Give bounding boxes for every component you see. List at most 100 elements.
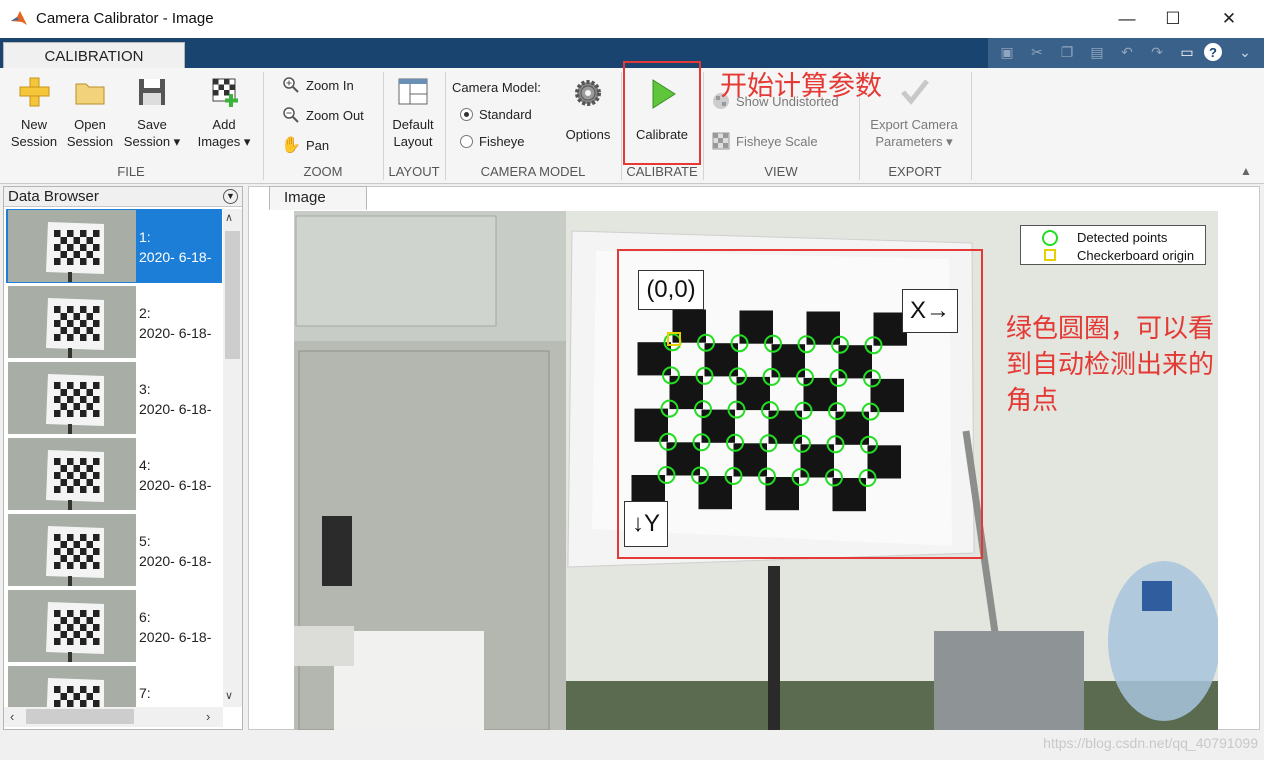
image-date: 2020- 6-18- — [139, 401, 212, 417]
gear-icon — [575, 80, 601, 106]
detection-annotation: 绿色圆圈，可以看 到自动检测出来的 角点 — [1006, 311, 1214, 419]
list-item[interactable]: 2: 2020- 6-18- — [6, 285, 222, 359]
checkmark-icon — [901, 79, 929, 105]
list-item[interactable]: 5: 2020- 6-18- — [6, 513, 222, 587]
maximize-button[interactable]: ☐ — [1150, 0, 1196, 38]
image-thumbnail — [8, 590, 136, 662]
image-index: 2: — [139, 305, 151, 321]
save-session-label-2: Session ▾ — [123, 134, 181, 149]
image-date: 2020- 6-18- — [139, 477, 212, 493]
floppy-icon — [139, 79, 165, 105]
collapse-ribbon-icon[interactable]: ▲ — [1240, 164, 1252, 178]
list-item[interactable]: 7: — [6, 665, 222, 707]
image-thumbnail — [8, 666, 136, 707]
legend-origin: Checkerboard origin — [1077, 248, 1195, 263]
zoom-out-button[interactable]: Zoom Out — [282, 106, 364, 124]
calibration-image[interactable]: (0,0) X→ ↓Y Detected points Checkerboard… — [294, 211, 1218, 730]
legend-circle-icon — [1042, 230, 1058, 246]
export-label-1: Export Camera — [870, 117, 958, 132]
expand-icon[interactable]: ⌄ — [1234, 41, 1256, 63]
image-thumbnail — [8, 210, 136, 282]
pan-label: Pan — [306, 137, 330, 153]
tab-calibration[interactable]: CALIBRATION — [3, 42, 185, 69]
zoom-out-label: Zoom Out — [306, 107, 364, 123]
board-highlight-box — [617, 249, 983, 559]
new-session-label-2: Session — [10, 134, 58, 149]
window-title: Camera Calibrator - Image — [36, 10, 214, 27]
image-date: 2020- 6-18- — [139, 325, 212, 341]
status-bar: https://blog.csdn.net/qq_40791099 — [0, 735, 1264, 760]
hscroll-thumb[interactable] — [26, 709, 134, 724]
save-session-button[interactable]: Save Session ▾ — [120, 76, 184, 150]
legend: Detected points Checkerboard origin — [1020, 225, 1206, 265]
list-item[interactable]: 3: 2020- 6-18- — [6, 361, 222, 435]
plus-icon — [19, 77, 50, 107]
export-label-2: Parameters ▾ — [875, 134, 953, 149]
scroll-left-icon[interactable]: ‹ — [10, 709, 14, 724]
vertical-scrollbar[interactable]: ∧ ∨ — [223, 209, 242, 707]
fisheye-scale-icon — [712, 132, 730, 150]
list-item[interactable]: 1: 2020- 6-18- — [6, 209, 222, 283]
section-label-camera-model: CAMERA MODEL — [480, 164, 586, 179]
image-index: 5: — [139, 533, 151, 549]
image-panel: Image (0,0) X→ ↓Y Detected points Checke… — [248, 186, 1260, 730]
horizontal-scrollbar[interactable]: ‹ › — [4, 707, 223, 727]
legend-detected: Detected points — [1077, 230, 1168, 245]
tab-image[interactable]: Image — [269, 186, 367, 210]
help-icon[interactable]: ? — [1204, 43, 1222, 61]
close-button[interactable]: ✕ — [1206, 0, 1252, 38]
redo-icon[interactable]: ↷ — [1146, 41, 1168, 63]
scroll-up-icon[interactable]: ∧ — [225, 211, 233, 224]
new-session-button[interactable]: New Session — [8, 76, 60, 150]
layout-icon — [398, 78, 428, 105]
open-session-label-1: Open — [74, 117, 106, 132]
image-date: 2020- 6-18- — [139, 553, 212, 569]
options-button[interactable]: Options — [560, 78, 616, 143]
new-session-label-1: New — [20, 117, 47, 132]
image-date: 2020- 6-18- — [139, 629, 212, 645]
image-index: 4: — [139, 457, 151, 473]
add-images-label-2: Images ▾ — [197, 134, 251, 149]
copy-icon[interactable]: ❐ — [1056, 41, 1078, 63]
add-images-button[interactable]: Add Images ▾ — [192, 76, 256, 150]
radio-selected-icon — [460, 108, 473, 121]
fisheye-radio[interactable]: Fisheye — [460, 134, 525, 149]
quick-access-toolbar: ▣ ✂ ❐ ▤ ↶ ↷ ▭ ? ⌄ — [988, 38, 1264, 68]
image-index: 1: — [139, 229, 151, 245]
add-images-icon — [212, 78, 238, 107]
scroll-right-icon[interactable]: › — [206, 709, 210, 724]
save-icon[interactable]: ▣ — [996, 41, 1018, 63]
open-session-button[interactable]: Open Session — [64, 76, 116, 150]
legend-square-icon — [1044, 249, 1056, 261]
camera-model-label: Camera Model: — [452, 80, 541, 95]
image-date: 2020- 6-18- — [139, 249, 212, 265]
default-layout-button[interactable]: Default Layout — [386, 76, 440, 150]
cut-icon[interactable]: ✂ — [1026, 41, 1048, 63]
undo-icon[interactable]: ↶ — [1116, 41, 1138, 63]
detection-annotation-line-2: 到自动检测出来的 — [1006, 350, 1215, 380]
pan-button[interactable]: ✋ Pan — [281, 136, 330, 154]
section-label-export: EXPORT — [888, 164, 942, 179]
zoom-in-button[interactable]: Zoom In — [282, 76, 354, 94]
standard-radio[interactable]: Standard — [460, 107, 532, 122]
paste-icon[interactable]: ▤ — [1086, 41, 1108, 63]
fisheye-scale-button[interactable]: Fisheye Scale — [712, 132, 818, 150]
minimize-button[interactable]: — — [1104, 0, 1150, 38]
save-session-label-1: Save — [137, 117, 167, 132]
title-bar: Camera Calibrator - Image — ☐ ✕ — [0, 0, 1264, 38]
separator — [971, 72, 972, 180]
window-layout-icon[interactable]: ▭ — [1176, 41, 1198, 63]
image-thumbnail — [8, 286, 136, 358]
scroll-thumb[interactable] — [225, 231, 240, 359]
image-list: 1: 2020- 6-18- 2: 2020- 6-18- 3: 2020- 6-18- 4… — [4, 209, 222, 707]
folder-icon — [75, 83, 105, 105]
default-layout-label-2: Layout — [393, 134, 433, 149]
standard-label: Standard — [479, 107, 532, 122]
zoom-in-icon — [282, 76, 300, 94]
browser-menu-icon[interactable]: ▼ — [223, 189, 238, 204]
list-item[interactable]: 4: 2020- 6-18- — [6, 437, 222, 511]
scroll-down-icon[interactable]: ∨ — [225, 689, 233, 702]
list-item[interactable]: 6: 2020- 6-18- — [6, 589, 222, 663]
calibrate-highlight-box — [623, 61, 701, 165]
image-thumbnail — [8, 514, 136, 586]
